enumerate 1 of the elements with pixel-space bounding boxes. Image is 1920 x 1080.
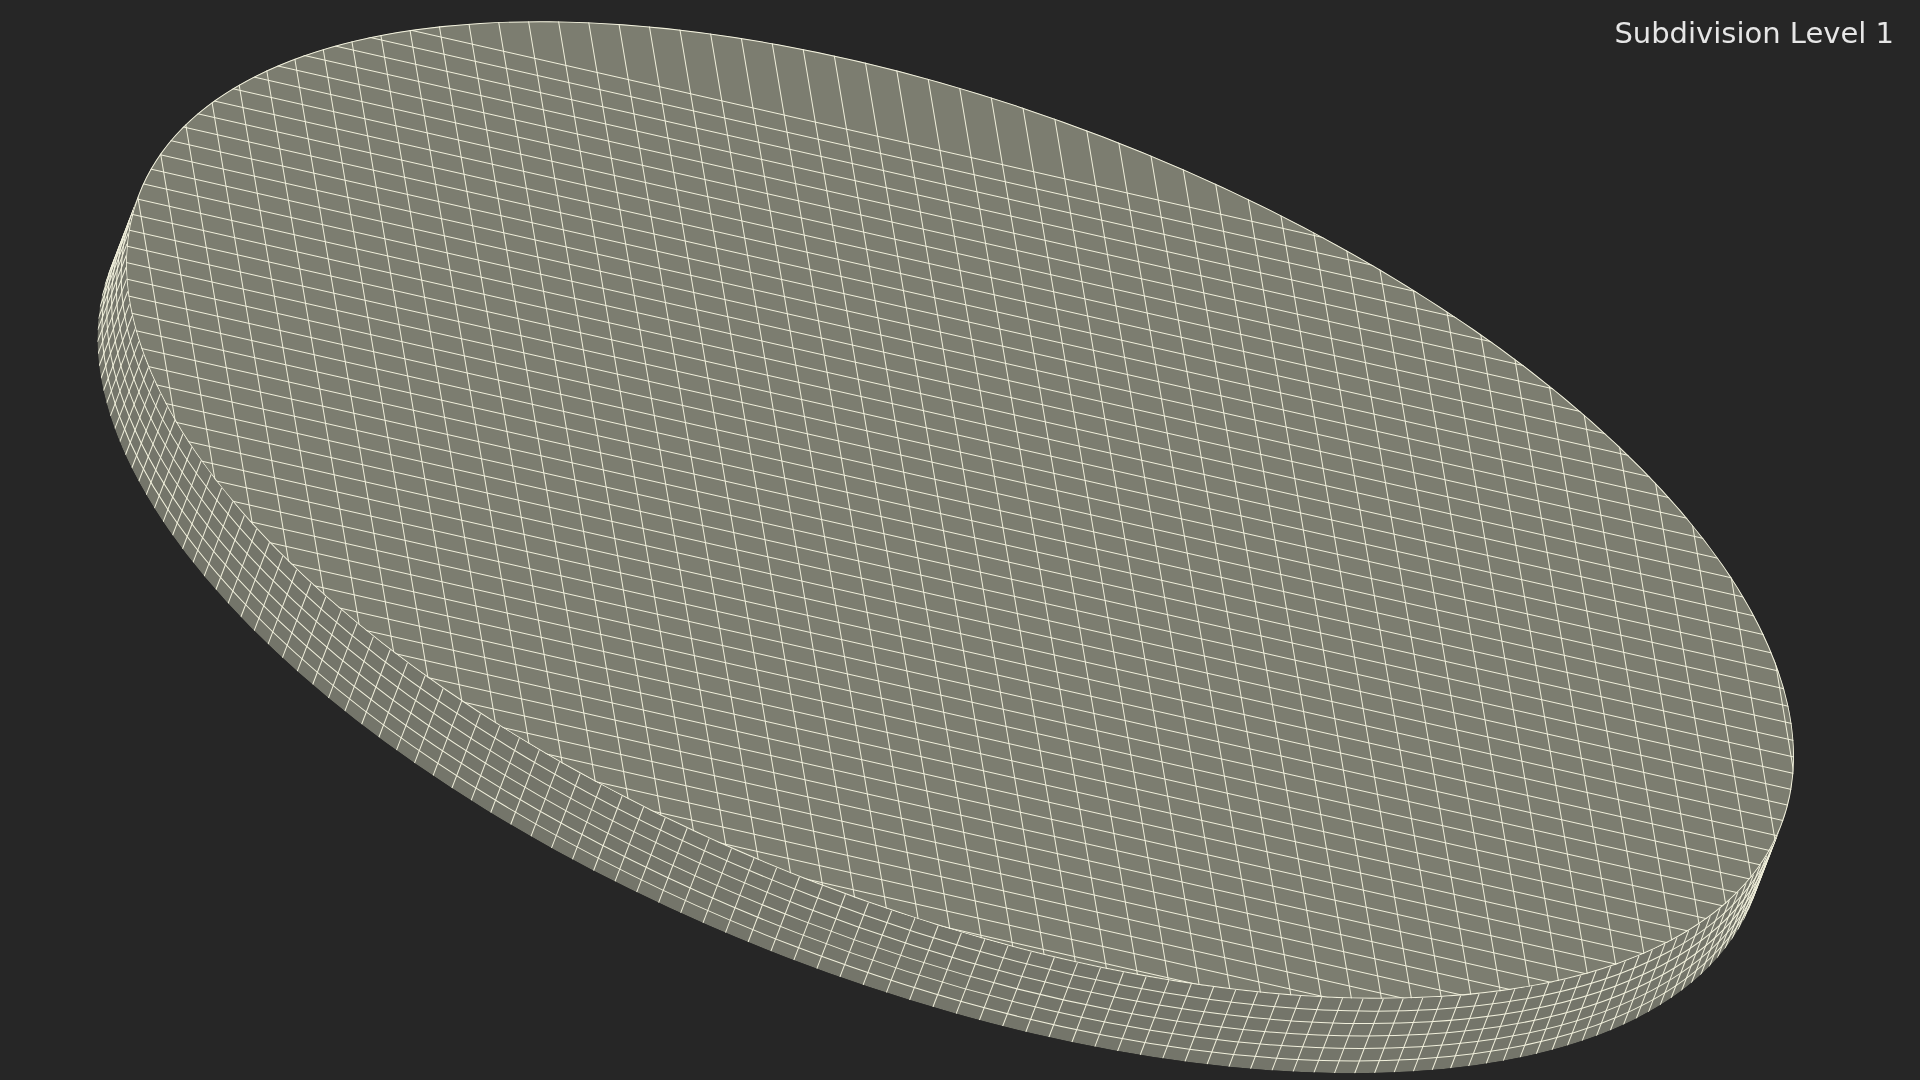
viewport-label: Subdivision Level 1 bbox=[1614, 15, 1894, 52]
